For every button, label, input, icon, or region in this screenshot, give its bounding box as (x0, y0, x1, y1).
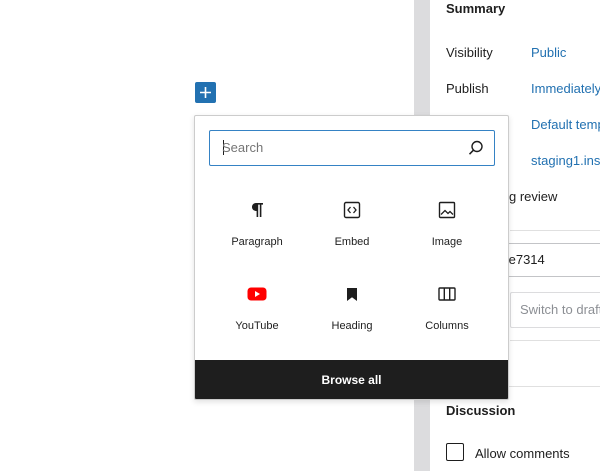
switch-to-draft-button[interactable]: Switch to draft (510, 292, 600, 328)
browse-all-button[interactable]: Browse all (195, 360, 508, 399)
columns-icon (437, 284, 457, 304)
block-label: YouTube (235, 320, 279, 332)
summary-title: Summary (446, 1, 506, 16)
plus-icon (200, 87, 211, 98)
embed-icon (342, 200, 362, 220)
divider (510, 230, 600, 231)
publish-label: Publish (446, 81, 489, 96)
template-value-link[interactable]: Default templ (531, 117, 600, 132)
search-field[interactable] (209, 130, 495, 166)
image-icon (437, 200, 457, 220)
block-label: Embed (334, 236, 370, 248)
author-select[interactable]: te7314 (494, 243, 600, 277)
divider (510, 340, 600, 341)
block-inserter-popover: Paragraph Embed Image YouTube (194, 115, 509, 400)
bookmark-icon (342, 284, 362, 304)
block-label: Columns (425, 320, 469, 332)
discussion-title: Discussion (446, 403, 516, 418)
search-input[interactable] (222, 131, 452, 164)
youtube-icon (247, 284, 267, 304)
visibility-label: Visibility (446, 45, 493, 60)
publish-value-link[interactable]: Immediately (531, 81, 600, 96)
block-inserter-toggle-button[interactable] (195, 82, 216, 103)
block-item-embed[interactable]: Embed (305, 200, 399, 272)
url-value-link[interactable]: staging1.insta (531, 153, 600, 168)
visibility-value-link[interactable]: Public (531, 45, 566, 60)
block-label: Image (431, 236, 463, 248)
block-item-paragraph[interactable]: Paragraph (210, 200, 304, 272)
search-icon (468, 140, 483, 155)
block-label: Paragraph (231, 236, 283, 248)
allow-comments-checkbox[interactable] (446, 443, 464, 461)
block-label: Heading (331, 320, 373, 332)
allow-comments-label: Allow comments (475, 446, 570, 461)
pending-review-label: g review (509, 189, 558, 204)
author-select-value: te7314 (505, 252, 545, 267)
block-item-image[interactable]: Image (400, 200, 494, 272)
block-item-heading[interactable]: Heading (305, 284, 399, 356)
block-item-youtube[interactable]: YouTube (210, 284, 304, 356)
paragraph-icon (247, 200, 267, 220)
block-item-columns[interactable]: Columns (400, 284, 494, 356)
